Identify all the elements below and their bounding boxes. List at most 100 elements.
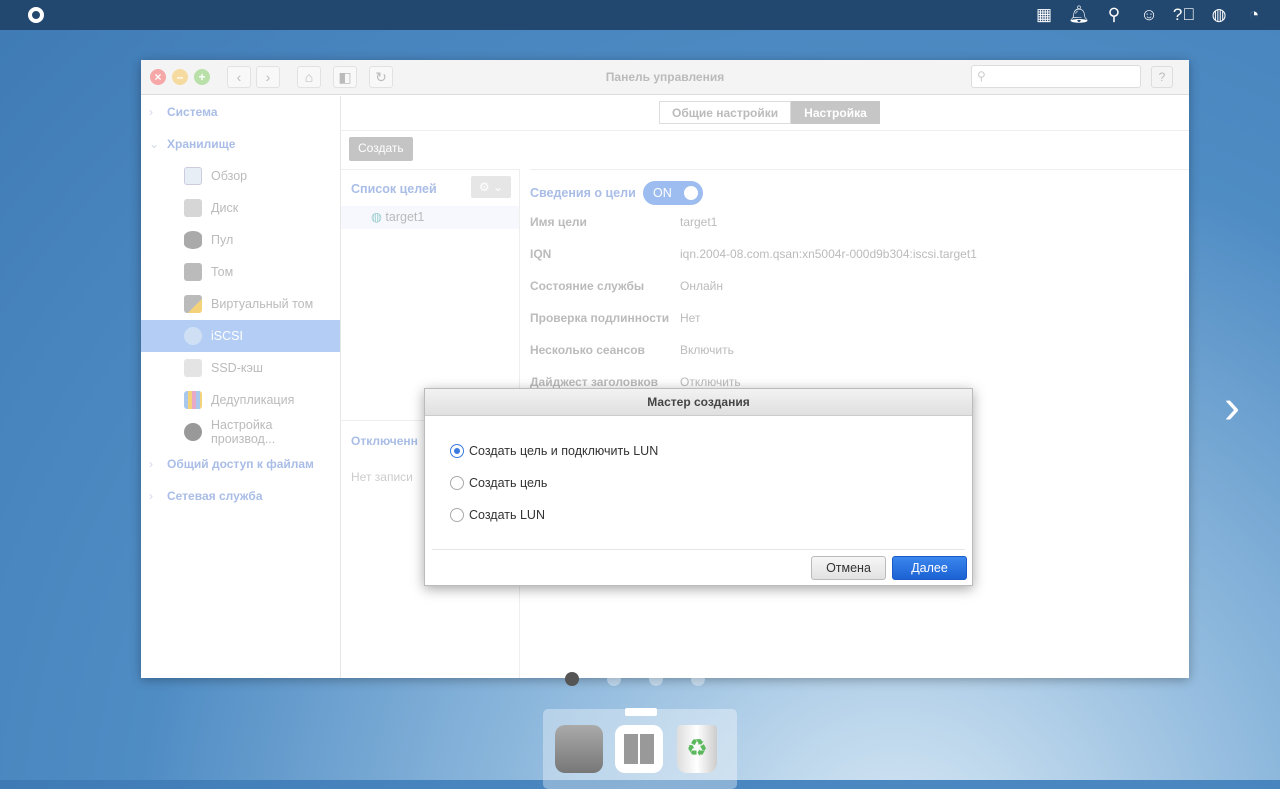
item-label: Виртуальный том [211,297,314,311]
page-dot[interactable] [607,672,621,686]
divider [341,130,1189,131]
sidebar-item-dedup[interactable]: Дедупликация [141,384,340,416]
create-button[interactable]: Создать [349,137,413,161]
search-input[interactable]: ⚲ [971,65,1141,88]
radio[interactable] [450,476,464,490]
recycle-bin-icon[interactable]: ♻ [677,725,717,773]
item-label: Пул [211,233,234,247]
create-wizard-dialog: Мастер создания Создать цель и подключит… [424,388,973,586]
sidebar-group-network[interactable]: › Сетевая служба [141,480,340,512]
sidebar-item-iscsi[interactable]: iSCSI [141,320,340,352]
target-list-item[interactable]: ◍ target1 [341,206,519,229]
globe-icon[interactable]: ◍ [1207,4,1231,26]
tab-settings[interactable]: Настройка [791,101,880,124]
group-label: Сетевая служба [167,489,263,503]
control-panel-app-icon[interactable] [555,725,603,773]
item-label: Настройка производ... [210,418,276,446]
tab-general-settings[interactable]: Общие настройки [659,101,792,124]
detail-key: Проверка подлинности [530,311,670,325]
sidebar-group-file-sharing[interactable]: › Общий доступ к файлам [141,448,340,480]
sidebar-item-disk[interactable]: Диск [141,192,340,224]
detail-row: IQN iqn.2004-08.com.qsan:xn5004r-000d9b30… [530,247,977,261]
overview-icon [184,167,202,185]
detail-key: Имя цели [530,215,587,229]
chevron-right-icon: › [149,457,153,471]
logo-icon[interactable] [28,7,44,23]
no-records-text: Нет записи [351,470,413,484]
radio[interactable] [450,508,464,522]
option-create-target[interactable]: Создать цель [450,476,547,490]
divider [432,549,965,550]
tabs: Общие настройки Настройка [659,101,880,124]
help-button[interactable]: ? [1151,66,1173,88]
page-dot[interactable] [649,672,663,686]
detail-value: Отключить [680,375,741,389]
page-dot[interactable] [565,672,579,686]
detail-key: Дайджест заголовков [530,375,659,389]
group-label: Система [167,105,218,119]
sidebar-item-volume[interactable]: Том [141,256,340,288]
detail-row: Несколько сеансов Включить [530,343,734,357]
top-bar: ▦ 🔔︎ ⚲ ☺ ?⃝ ◍ ◔ [0,0,1280,30]
globe-icon: ◍ [371,210,382,224]
page-indicator [565,672,705,686]
detail-row: Проверка подлинности Нет [530,311,700,325]
apps-grid-icon[interactable]: ▦ [1032,4,1056,26]
dashboard-icon[interactable]: ◔ [1242,4,1266,26]
sidebar-item-performance[interactable]: Настройка производ... [141,416,340,448]
detail-value: Онлайн [680,279,723,293]
detail-value: Нет [680,311,701,325]
item-label: iSCSI [211,329,243,343]
details-title: Сведения о цели [530,186,636,200]
next-page-arrow[interactable]: › [1224,380,1240,435]
chevron-down-icon: ⌄ [149,137,160,151]
detail-key: Состояние службы [530,279,645,293]
title-bar: × – + ‹ › ⌂ ◧ ↻ Панель управления ⚲ ? [141,60,1189,95]
sidebar-item-virtual-volume[interactable]: Виртуальный том [141,288,340,320]
detail-row: Состояние службы Онлайн [530,279,723,293]
sidebar-item-overview[interactable]: Обзор [141,160,340,192]
detail-value: target1 [680,215,718,229]
target-toggle[interactable]: ON [643,181,703,205]
sidebar-item-pool[interactable]: Пул [141,224,340,256]
item-label: SSD-кэш [211,361,263,375]
next-button[interactable]: Далее [892,556,967,580]
user-icon[interactable]: ☺ [1137,4,1161,26]
disconnected-title: Отключенн [351,434,418,448]
chevron-down-icon: ⌄ [493,180,504,194]
radio-selected[interactable] [450,444,464,458]
search-icon: ⚲ [977,69,986,83]
detail-key: IQN [530,247,552,261]
detail-key: Несколько сеансов [530,343,645,357]
option-create-target-and-lun[interactable]: Создать цель и подключить LUN [450,444,658,458]
option-label: Создать цель [469,476,548,490]
sidebar-item-ssd-cache[interactable]: SSD-кэш [141,352,340,384]
apps-grid-app-icon[interactable] [615,725,663,773]
detail-value: iqn.2004-08.com.qsan:xn5004r-000d9b304:i… [680,247,977,261]
help-icon[interactable]: ?⃝ [1172,4,1196,26]
cancel-button[interactable]: Отмена [811,556,886,580]
page-dot[interactable] [691,672,705,686]
sidebar-group-storage[interactable]: ⌄ Хранилище [141,128,340,160]
chevron-right-icon: › [149,489,153,503]
volume-icon [184,263,202,281]
option-label: Создать цель и подключить LUN [469,444,659,458]
detail-row: Дайджест заголовков Отключить [530,375,741,389]
detail-value: Включить [680,343,734,357]
item-label: Том [211,265,234,279]
option-create-lun[interactable]: Создать LUN [450,508,545,522]
virtual-volume-icon [184,295,202,313]
group-label: Общий доступ к файлам [167,457,314,471]
sidebar-group-system[interactable]: › Система [141,96,340,128]
item-label: Дедупликация [211,393,295,407]
sidebar: › Система ⌄ Хранилище Обзор Диск Пул Том В… [141,96,341,678]
iscsi-icon [184,327,202,345]
disk-icon [184,199,202,217]
search-icon[interactable]: ⚲ [1102,4,1126,26]
item-label: Обзор [211,169,248,183]
item-label: Диск [211,201,239,215]
bell-icon[interactable]: 🔔︎ [1067,4,1091,26]
gear-menu-button[interactable]: ⚙ ⌄ [471,176,511,198]
option-label: Создать LUN [469,508,545,522]
dock-handle[interactable] [625,708,657,716]
